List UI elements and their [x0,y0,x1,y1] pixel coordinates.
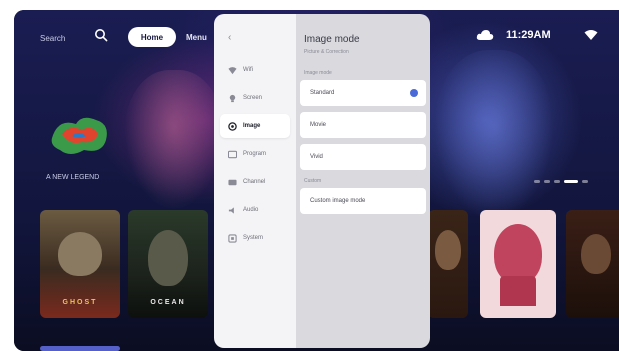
settings-nav-label: Program [243,151,267,157]
settings-nav-label: Channel [243,179,266,185]
settings-title: Image mode [304,34,360,45]
cloud-icon [476,30,494,40]
settings-nav-image[interactable]: Image [220,114,290,138]
wifi-icon [228,66,237,74]
pager-dot[interactable] [554,180,560,183]
settings-nav-label: Audio [243,207,259,213]
clock: 11:29AM [506,29,551,41]
settings-nav-channel[interactable]: Channel [220,170,290,194]
settings-nav-program[interactable]: Program [220,142,290,166]
poster-card[interactable] [566,210,619,318]
option-vivid[interactable]: Vivid [300,144,426,170]
poster-card[interactable]: OCEAN [128,210,208,318]
audio-icon [228,206,234,214]
bottom-row-indicator [40,346,120,351]
settings-subtitle: Picture & Correction [304,49,349,55]
image-icon [228,121,237,131]
poster-artwork-bust [500,276,536,306]
settings-nav-label: Wifi [243,67,253,73]
option-label: Vivid [310,154,323,160]
settings-nav-label: Image [243,123,261,129]
settings-content-panel: Image mode Picture & Correction Image mo… [296,14,430,348]
pager-dot-active[interactable] [564,180,578,183]
section-label-custom: Custom [304,178,322,184]
poster-artwork [581,234,611,274]
brand-logo [51,117,107,154]
option-custom-image-mode[interactable]: Custom image mode [300,188,426,214]
program-icon [228,150,237,158]
poster-title: GHOST [62,299,98,306]
tab-home-label: Home [140,32,164,42]
pager-dot[interactable] [544,180,550,183]
settings-nav-wifi[interactable]: Wifi [220,58,290,82]
poster-title: OCEAN [150,299,186,306]
poster-card[interactable] [480,210,556,318]
settings-nav-list: Wifi Screen Image Program Channel Audio [220,58,290,254]
settings-nav-label: System [243,235,264,241]
settings-nav-audio[interactable]: Audio [220,198,290,222]
settings-nav-panel: ‹ Wifi Screen Image Program Channel Audi… [214,14,296,348]
search-icon[interactable] [94,28,108,42]
screen-frame: Search Home Menu 11:29AM A NEW LEGEND GH… [0,0,619,351]
system-icon [228,233,237,243]
poster-card[interactable]: GHOST [40,210,120,318]
option-label: Custom image mode [310,198,366,204]
settings-nav-screen[interactable]: Screen [220,86,290,110]
poster-card[interactable] [428,210,468,318]
search-label[interactable]: Search [40,34,65,43]
settings-nav-label: Screen [243,95,263,101]
poster-artwork [58,232,102,276]
lightbulb-icon [229,94,236,102]
channel-icon [228,179,237,185]
poster-artwork [435,230,461,270]
pager-dot[interactable] [534,180,540,183]
poster-artwork [148,230,188,286]
settings-nav-system[interactable]: System [220,226,290,250]
option-label: Movie [310,122,327,128]
option-movie[interactable]: Movie [300,112,426,138]
section-label-modes: Image mode [304,70,332,76]
option-standard[interactable]: Standard [300,80,426,106]
poster-artwork [494,224,542,284]
option-label: Standard [310,90,335,96]
hero-caption: A NEW LEGEND [46,174,100,181]
tab-home[interactable]: Home [128,27,176,47]
hero-figure-left [124,70,224,210]
pager-dot[interactable] [582,180,588,183]
back-button[interactable]: ‹ [228,32,231,43]
hero-pager [534,180,588,183]
selected-indicator-icon [410,89,418,97]
wifi-icon [584,30,598,40]
tab-menu[interactable]: Menu [186,33,207,42]
hero-figure-right [434,50,554,220]
